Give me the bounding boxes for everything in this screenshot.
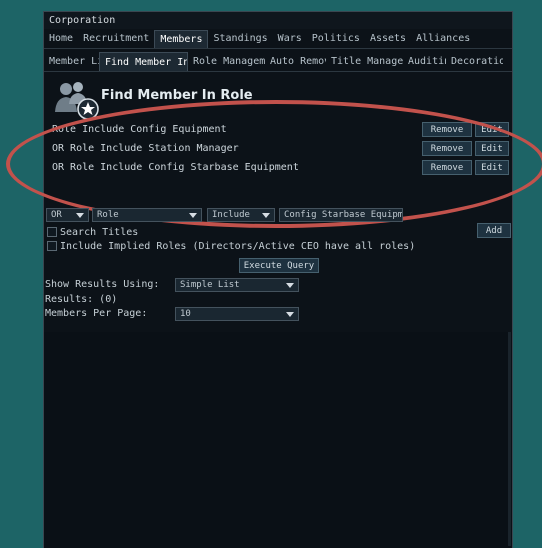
remove-button[interactable]: Remove [422, 122, 472, 137]
chevron-down-icon [189, 213, 197, 218]
tab-home[interactable]: Home [44, 30, 78, 48]
tab-role-management[interactable]: Role Manageme [188, 52, 265, 71]
logic-select-value: OR [51, 210, 62, 220]
chevron-down-icon [262, 213, 270, 218]
members-per-page-select[interactable]: 10 [175, 307, 299, 321]
tab-title-management[interactable]: Title Manageme [326, 52, 403, 71]
show-results-label: Show Results Using: [45, 279, 160, 290]
show-results-select[interactable]: Simple List [175, 278, 299, 292]
criteria-row: OR Role Include Config Starbase Equipmen… [44, 160, 512, 176]
page-title: Find Member In Role [101, 88, 253, 103]
execute-query-button[interactable]: Execute Query [239, 258, 319, 273]
tab-decorations[interactable]: Decoratior [446, 52, 503, 71]
remove-button[interactable]: Remove [422, 160, 472, 175]
logic-select[interactable]: OR [46, 208, 89, 222]
tab-auto-remove[interactable]: Auto Remov [265, 52, 326, 71]
members-role-icon [55, 82, 99, 120]
page-header: Find Member In Role [52, 80, 302, 120]
tab-politics[interactable]: Politics [307, 30, 365, 48]
window-title: Corporation [44, 12, 512, 29]
chevron-down-icon [286, 312, 294, 317]
main-tabs: Home Recruitment Members Standings Wars … [44, 30, 512, 49]
show-results-value: Simple List [180, 280, 240, 290]
operator-select[interactable]: Include [207, 208, 275, 222]
results-count: Results: (0) [45, 294, 118, 305]
members-per-page-label: Members Per Page: [45, 308, 148, 319]
criteria-row: Role Include Config Equipment Remove Edi… [44, 122, 512, 138]
corporation-window: Corporation Home Recruitment Members Sta… [6, 11, 542, 548]
members-per-page-value: 10 [180, 309, 191, 319]
criteria-row: OR Role Include Station Manager Remove E… [44, 141, 512, 157]
value-input-text: Config Starbase Equipme [284, 210, 403, 220]
field-select-value: Role [97, 210, 119, 220]
include-implied-checkbox[interactable] [47, 241, 57, 251]
tab-find-member-in-role[interactable]: Find Member In R [99, 52, 188, 71]
remove-button[interactable]: Remove [422, 141, 472, 156]
add-button[interactable]: Add [477, 223, 511, 238]
tab-recruitment[interactable]: Recruitment [78, 30, 154, 48]
value-input[interactable]: Config Starbase Equipme [279, 208, 403, 222]
criteria-text: Role Include Config Equipment [52, 124, 227, 135]
sub-tabs: Member Li Find Member In R Role Manageme… [44, 52, 512, 72]
criteria-text: OR Role Include Config Starbase Equipmen… [52, 162, 299, 173]
tab-standings[interactable]: Standings [208, 30, 272, 48]
results-panel [44, 332, 512, 548]
search-titles-label: Search Titles [60, 227, 139, 238]
include-implied-label: Include Implied Roles (Directors/Active … [60, 241, 416, 252]
tab-assets[interactable]: Assets [365, 30, 411, 48]
edit-button[interactable]: Edit [475, 122, 509, 137]
chevron-down-icon [286, 283, 294, 288]
field-select[interactable]: Role [92, 208, 202, 222]
tab-member-list[interactable]: Member Li [44, 52, 99, 71]
tab-auditing[interactable]: Auditin [403, 52, 446, 71]
results-scrollbar[interactable] [508, 332, 511, 546]
operator-select-value: Include [212, 210, 250, 220]
edit-button[interactable]: Edit [475, 141, 509, 156]
chevron-down-icon [76, 213, 84, 218]
tab-members[interactable]: Members [154, 30, 209, 48]
criteria-text: OR Role Include Station Manager [52, 143, 239, 154]
tab-alliances[interactable]: Alliances [411, 30, 475, 48]
search-titles-checkbox[interactable] [47, 227, 57, 237]
tab-wars[interactable]: Wars [273, 30, 307, 48]
edit-button[interactable]: Edit [475, 160, 509, 175]
